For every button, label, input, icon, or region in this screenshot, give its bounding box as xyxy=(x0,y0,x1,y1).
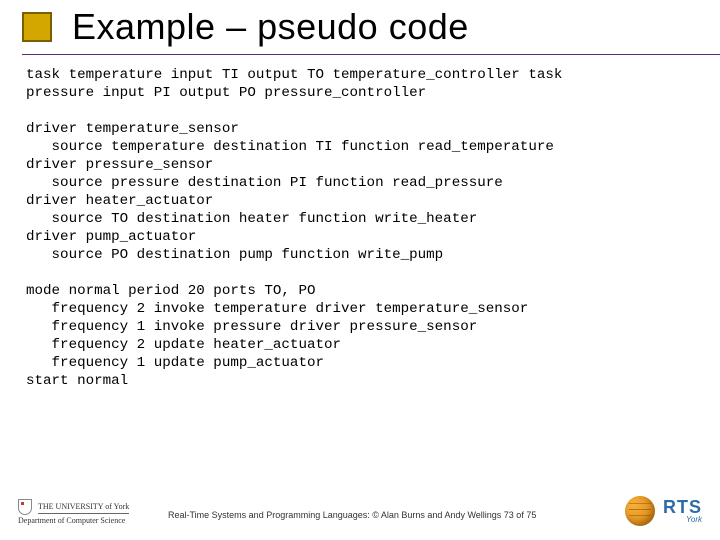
rts-big-text: RTS xyxy=(663,499,702,515)
pseudo-code-block: task temperature input TI output TO temp… xyxy=(26,66,710,390)
slide-title: Example – pseudo code xyxy=(72,6,700,48)
shield-icon xyxy=(18,499,32,515)
university-logo: THE UNIVERSITY of York Department of Com… xyxy=(18,499,129,526)
title-container: Example – pseudo code xyxy=(72,6,700,48)
rts-logo: RTS York xyxy=(625,496,702,526)
university-name: THE UNIVERSITY of York xyxy=(38,501,129,514)
footer-caption: Real-Time Systems and Programming Langua… xyxy=(168,510,536,520)
slide-footer: THE UNIVERSITY of York Department of Com… xyxy=(18,480,702,532)
title-accent-box xyxy=(22,12,52,42)
department-name: Department of Computer Science xyxy=(18,516,125,525)
rts-text: RTS York xyxy=(663,499,702,524)
globe-icon xyxy=(625,496,655,526)
title-underline xyxy=(22,54,720,55)
